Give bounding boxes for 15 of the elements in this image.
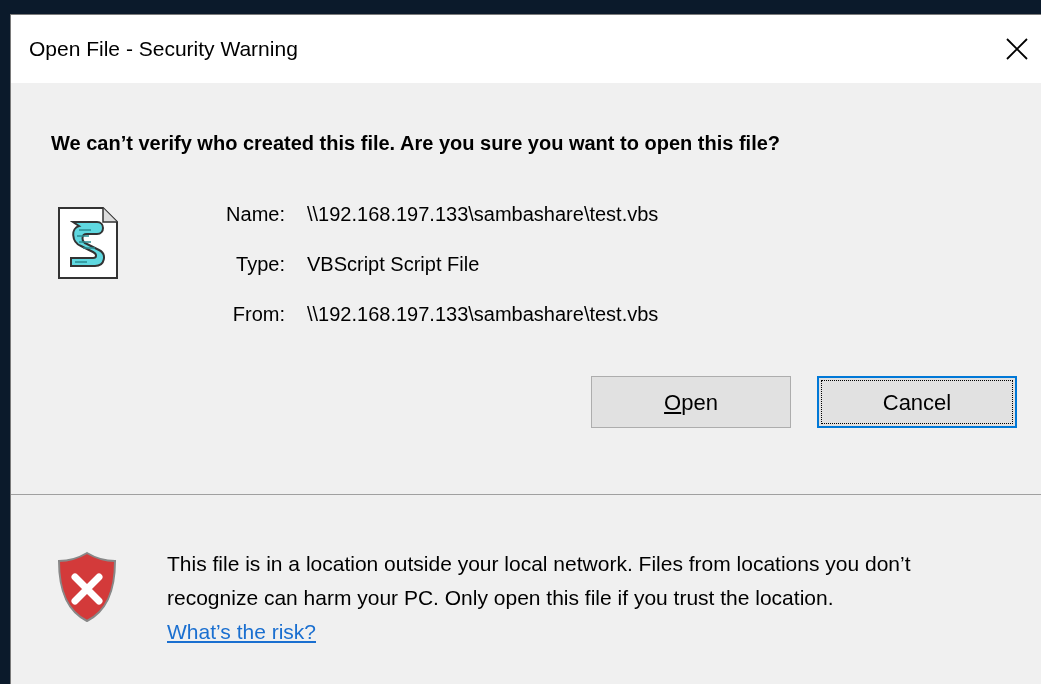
window-title: Open File - Security Warning [29, 36, 298, 63]
cancel-button[interactable]: Cancel [817, 376, 1017, 428]
detail-value: \\192.168.197.133\sambashare\test.vbs [307, 202, 659, 227]
close-icon [1005, 37, 1029, 61]
detail-label: Name: [225, 202, 285, 227]
open-button[interactable]: Open [591, 376, 791, 428]
warning-message: This file is in a location outside your local network. Files from locations you don’t recognize can harm your PC. Only open this file if you trust the location. What’s the risk? [167, 551, 912, 645]
script-file-icon [57, 206, 119, 280]
risk-link[interactable]: What’s the risk? [167, 620, 316, 643]
detail-value: \\192.168.197.133\sambashare\test.vbs [307, 302, 659, 327]
warning-heading: We can’t verify who created this file. Are you sure you want to open this file? [51, 132, 781, 154]
detail-value: VBScript Script File [307, 252, 481, 277]
detail-label: Type: [235, 252, 285, 277]
detail-label: From: [231, 302, 285, 327]
shield-error-icon [57, 551, 117, 623]
